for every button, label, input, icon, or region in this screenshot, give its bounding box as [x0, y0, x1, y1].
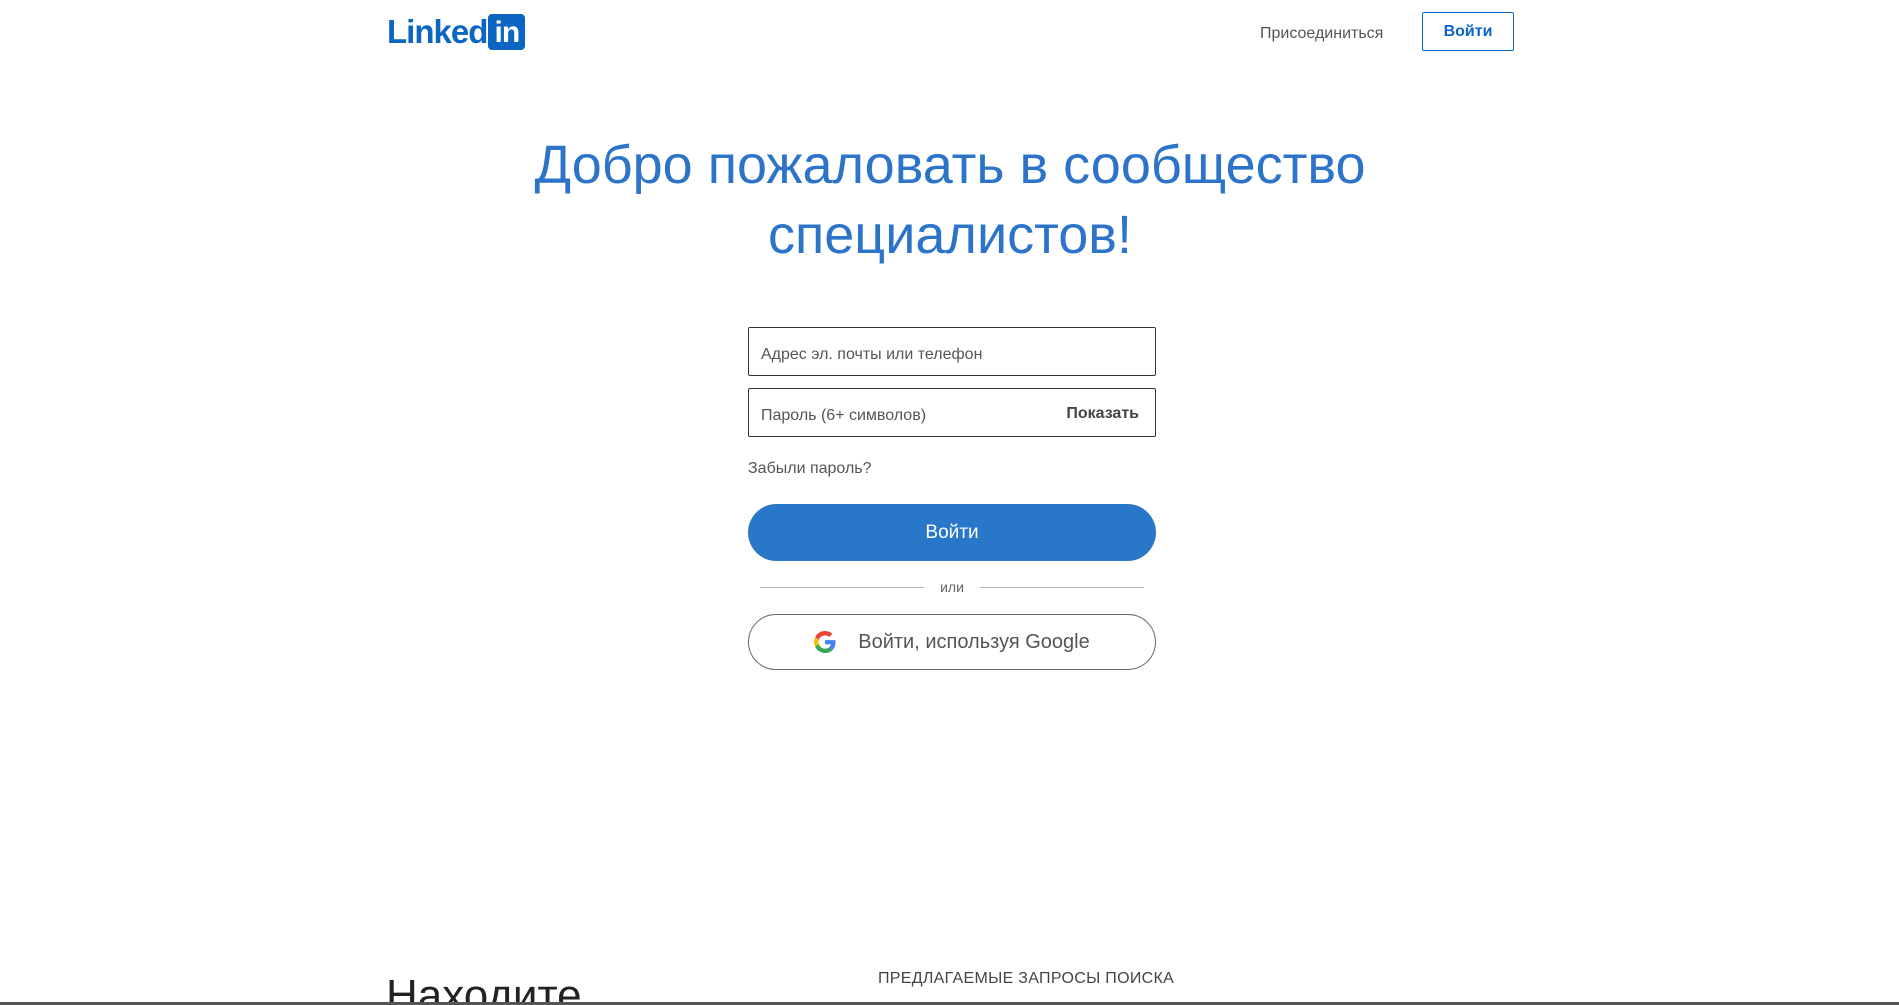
- divider-line-left: [760, 586, 925, 588]
- hero-title: Добро пожаловать в сообщество специалист…: [534, 135, 1366, 265]
- forgot-password-link[interactable]: Забыли пароль?: [748, 458, 872, 480]
- email-input[interactable]: [749, 328, 1155, 375]
- logo-in-box: in: [488, 14, 526, 50]
- page: Linked in Присоединиться Войти Добро пожа…: [0, 0, 1899, 1005]
- google-g-icon: [814, 631, 836, 653]
- signin-form: Показать Забыли пароль? Войти или Войти,…: [748, 327, 1156, 670]
- join-link[interactable]: Присоединиться: [1250, 22, 1393, 46]
- signin-submit-label: Войти: [925, 521, 979, 543]
- divider-label: или: [940, 579, 964, 595]
- signin-submit-button[interactable]: Войти: [748, 504, 1156, 561]
- header-signin-button[interactable]: Войти: [1422, 12, 1514, 51]
- section-heading: Находите: [386, 971, 582, 1005]
- linkedin-logo[interactable]: Linked in: [387, 13, 526, 50]
- or-divider: или: [748, 574, 1156, 600]
- show-password-button[interactable]: Показать: [1066, 403, 1139, 425]
- divider-line-right: [979, 586, 1144, 588]
- google-signin-button[interactable]: Войти, используя Google: [748, 614, 1156, 670]
- password-field-container: Показать: [748, 388, 1156, 437]
- suggested-searches-label: ПРЕДЛАГАЕМЫЕ ЗАПРОСЫ ПОИСКА: [878, 970, 1175, 987]
- logo-wordmark: Linked: [387, 13, 488, 50]
- google-signin-label: Войти, используя Google: [858, 630, 1090, 653]
- email-field-container: [748, 327, 1156, 376]
